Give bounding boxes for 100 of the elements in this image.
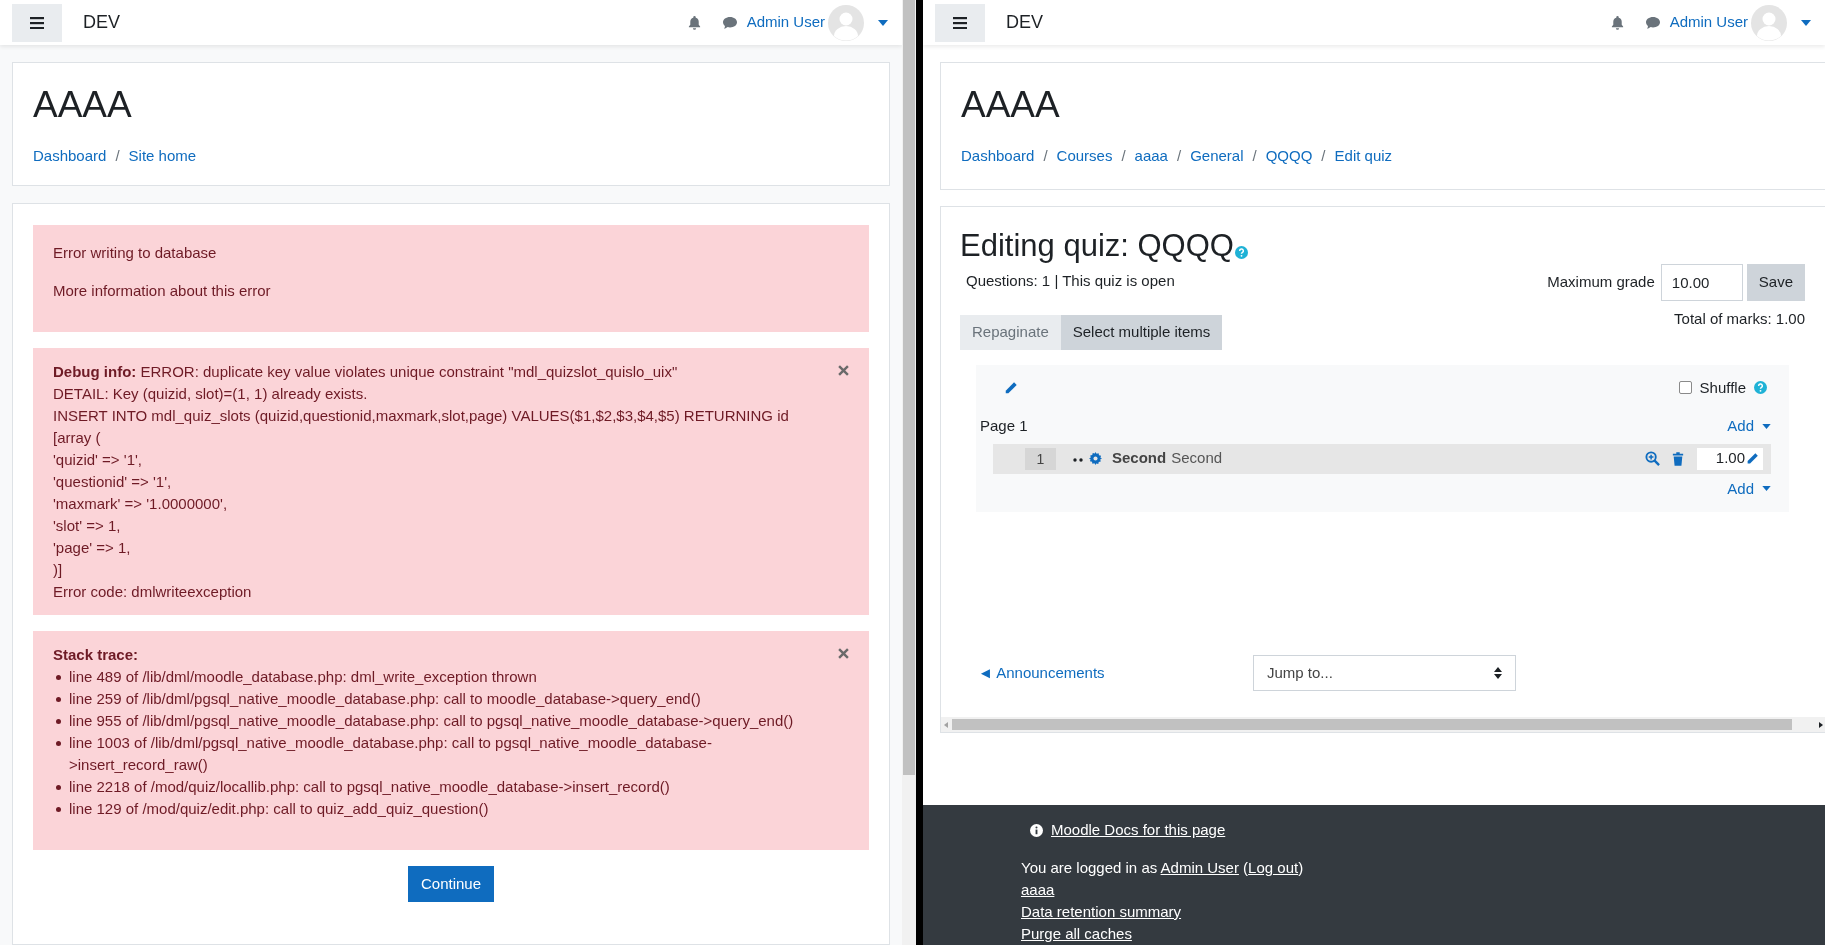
- bell-icon: [686, 15, 702, 30]
- horizontal-scrollbar[interactable]: [941, 717, 1825, 732]
- menu-icon: [30, 16, 44, 29]
- stack-trace-line: line 2218 of /mod/quiz/locallib.php: call to pgsql_native_moodle_database->insert_record(): [69, 777, 670, 797]
- breadcrumb-link[interactable]: Edit quiz: [1334, 145, 1393, 168]
- alert-text: Error writing to database: [53, 243, 218, 263]
- user-profile-link[interactable]: Admin User: [1160, 859, 1239, 876]
- shuffle-label: Shuffle: [1699, 377, 1746, 398]
- scroll-right-icon: [1819, 721, 1823, 728]
- login-info-text: You are logged in as Admin User (Log out): [1021, 858, 1305, 878]
- stack-trace-line: line 489 of /lib/dml/moodle_database.php: dml_write_exception thrown: [69, 667, 537, 687]
- stack-trace-line: line 1003 of /lib/dml/pgsql_native_moodle_database.php: call to pgsql_native_moodle_database->insert_record_raw(): [69, 733, 713, 775]
- menu-button[interactable]: [12, 3, 62, 42]
- add-menu-link[interactable]: Add: [1727, 415, 1771, 438]
- user-menu-link[interactable]: Admin User: [1669, 11, 1748, 34]
- debug-text: [array (: [53, 428, 102, 448]
- close-icon[interactable]: [838, 365, 849, 376]
- debug-text: Error code: dmlwriteexception: [53, 582, 253, 602]
- breadcrumb-link[interactable]: Dashboard: [33, 145, 107, 168]
- debug-text: 'page' => 1,: [53, 538, 132, 558]
- help-icon: [1234, 246, 1248, 259]
- chat-icon: [721, 15, 738, 30]
- close-icon[interactable]: [838, 648, 849, 659]
- caret-down-icon: [1762, 423, 1771, 429]
- menu-button[interactable]: [935, 3, 985, 42]
- add-menu-link[interactable]: Add: [1727, 477, 1771, 500]
- page-label: Page 1: [980, 416, 1028, 436]
- debug-text: INSERT INTO mdl_quiz_slots (quizid,questionid,maxmark,slot,page) VALUES($1,$2,$3,$4,$5) RETURNING id: [53, 406, 790, 426]
- breadcrumb-link[interactable]: General: [1190, 145, 1244, 168]
- avatar-icon: [828, 4, 864, 41]
- debug-text: DETAIL: Key (quizid, slot)=(1, 1) already exists.: [53, 384, 369, 404]
- stack-trace-title: Stack trace:: [53, 645, 140, 665]
- breadcrumb-separator: /: [114, 146, 121, 166]
- chat-icon: [1644, 15, 1661, 30]
- bullet-icon: [56, 785, 61, 790]
- jump-to-select[interactable]: Jump to...: [1253, 655, 1516, 691]
- sort-arrows-icon: [1494, 667, 1502, 679]
- save-button[interactable]: Save: [1746, 264, 1805, 301]
- bullet-icon: [56, 741, 61, 746]
- stack-trace-line: line 259 of /lib/dml/pgsql_native_moodle_database.php: call to moodle_database->query_end(): [69, 689, 701, 709]
- alert-text: More information about this error: [53, 281, 272, 301]
- zoom-in-icon: [1645, 451, 1660, 466]
- breadcrumb-link[interactable]: Courses: [1056, 145, 1113, 168]
- site-name[interactable]: DEV: [1006, 9, 1043, 36]
- user-menu-link[interactable]: Admin User: [746, 11, 825, 34]
- drag-handle-icon: [1073, 458, 1083, 462]
- bell-icon: [1609, 15, 1625, 30]
- avatar-icon: [1751, 4, 1787, 41]
- scroll-left-icon: [944, 721, 948, 728]
- debug-text: Debug info: ERROR: duplicate key value violates unique constraint "mdl_quizslot_quislo_uix": [53, 362, 679, 382]
- quiz-status-text: Questions: 1 | This quiz is open: [966, 271, 1176, 291]
- caret-down-icon: [1762, 486, 1771, 492]
- stack-trace-line: line 955 of /lib/dml/pgsql_native_moodle_database.php: call to pgsql_native_moodle_database->query_end(): [69, 711, 794, 731]
- quiz-heading: Editing quiz: QQQQ: [960, 227, 1234, 265]
- page-title: AAAA: [961, 83, 1061, 127]
- bullet-icon: [56, 675, 61, 680]
- mark-field[interactable]: 1.00: [1697, 447, 1763, 470]
- caret-down-icon: [1801, 19, 1811, 26]
- info-icon: [1030, 823, 1043, 837]
- question-text: Second: [1171, 448, 1223, 469]
- logout-link[interactable]: Log out: [1248, 859, 1299, 876]
- footer-link[interactable]: aaaa: [1021, 881, 1055, 898]
- footer-link[interactable]: Purge all caches: [1021, 925, 1132, 942]
- debug-text: )]: [53, 560, 64, 580]
- maximum-grade-input[interactable]: 10.00: [1660, 264, 1743, 301]
- site-name[interactable]: DEV: [83, 9, 120, 36]
- menu-icon: [953, 16, 967, 29]
- question-name: Second: [1112, 448, 1167, 469]
- breadcrumb-link[interactable]: aaaa: [1134, 145, 1168, 168]
- bullet-icon: [56, 697, 61, 702]
- previous-activity-link[interactable]: ◄ Announcements: [978, 661, 1253, 685]
- docs-link[interactable]: Moodle Docs for this page: [1051, 819, 1226, 841]
- debug-text: 'maxmark' => '1.0000000',: [53, 494, 229, 514]
- continue-button[interactable]: Continue: [407, 866, 494, 902]
- debug-text: 'questionid' => '1',: [53, 472, 173, 492]
- breadcrumb-separator: /: [1175, 146, 1183, 166]
- caret-down-icon: [878, 19, 888, 26]
- page-title: AAAA: [33, 83, 133, 127]
- toolbar-tab[interactable]: Select multiple items: [1060, 314, 1223, 350]
- breadcrumb-link[interactable]: Site home: [128, 145, 197, 168]
- breadcrumb-separator: /: [1042, 146, 1049, 166]
- pencil-icon: [1746, 452, 1759, 465]
- total-marks-text: Total of marks: 1.00: [1674, 309, 1805, 329]
- maximum-grade-label: Maximum grade: [1547, 272, 1655, 293]
- breadcrumb-separator: /: [1251, 146, 1258, 166]
- debug-text: 'quizid' => '1',: [53, 450, 143, 470]
- stack-trace-line: line 129 of /mod/quiz/edit.php: call to quiz_add_quiz_question(): [69, 799, 489, 819]
- bullet-icon: [56, 807, 61, 812]
- pencil-icon: [1004, 380, 1018, 395]
- vertical-scrollbar[interactable]: [902, 0, 916, 945]
- question-number: 1: [1025, 447, 1056, 470]
- debug-text: 'slot' => 1,: [53, 516, 122, 536]
- shuffle-checkbox[interactable]: [1678, 381, 1692, 395]
- trash-icon: [1672, 451, 1684, 466]
- breadcrumb-link[interactable]: Dashboard: [961, 145, 1035, 168]
- footer-link[interactable]: Data retention summary: [1021, 903, 1182, 920]
- breadcrumb-separator: /: [1320, 146, 1327, 166]
- gear-icon: [1089, 452, 1102, 465]
- breadcrumb-link[interactable]: QQQQ: [1265, 145, 1313, 168]
- toolbar-tab: Repaginate: [960, 314, 1061, 350]
